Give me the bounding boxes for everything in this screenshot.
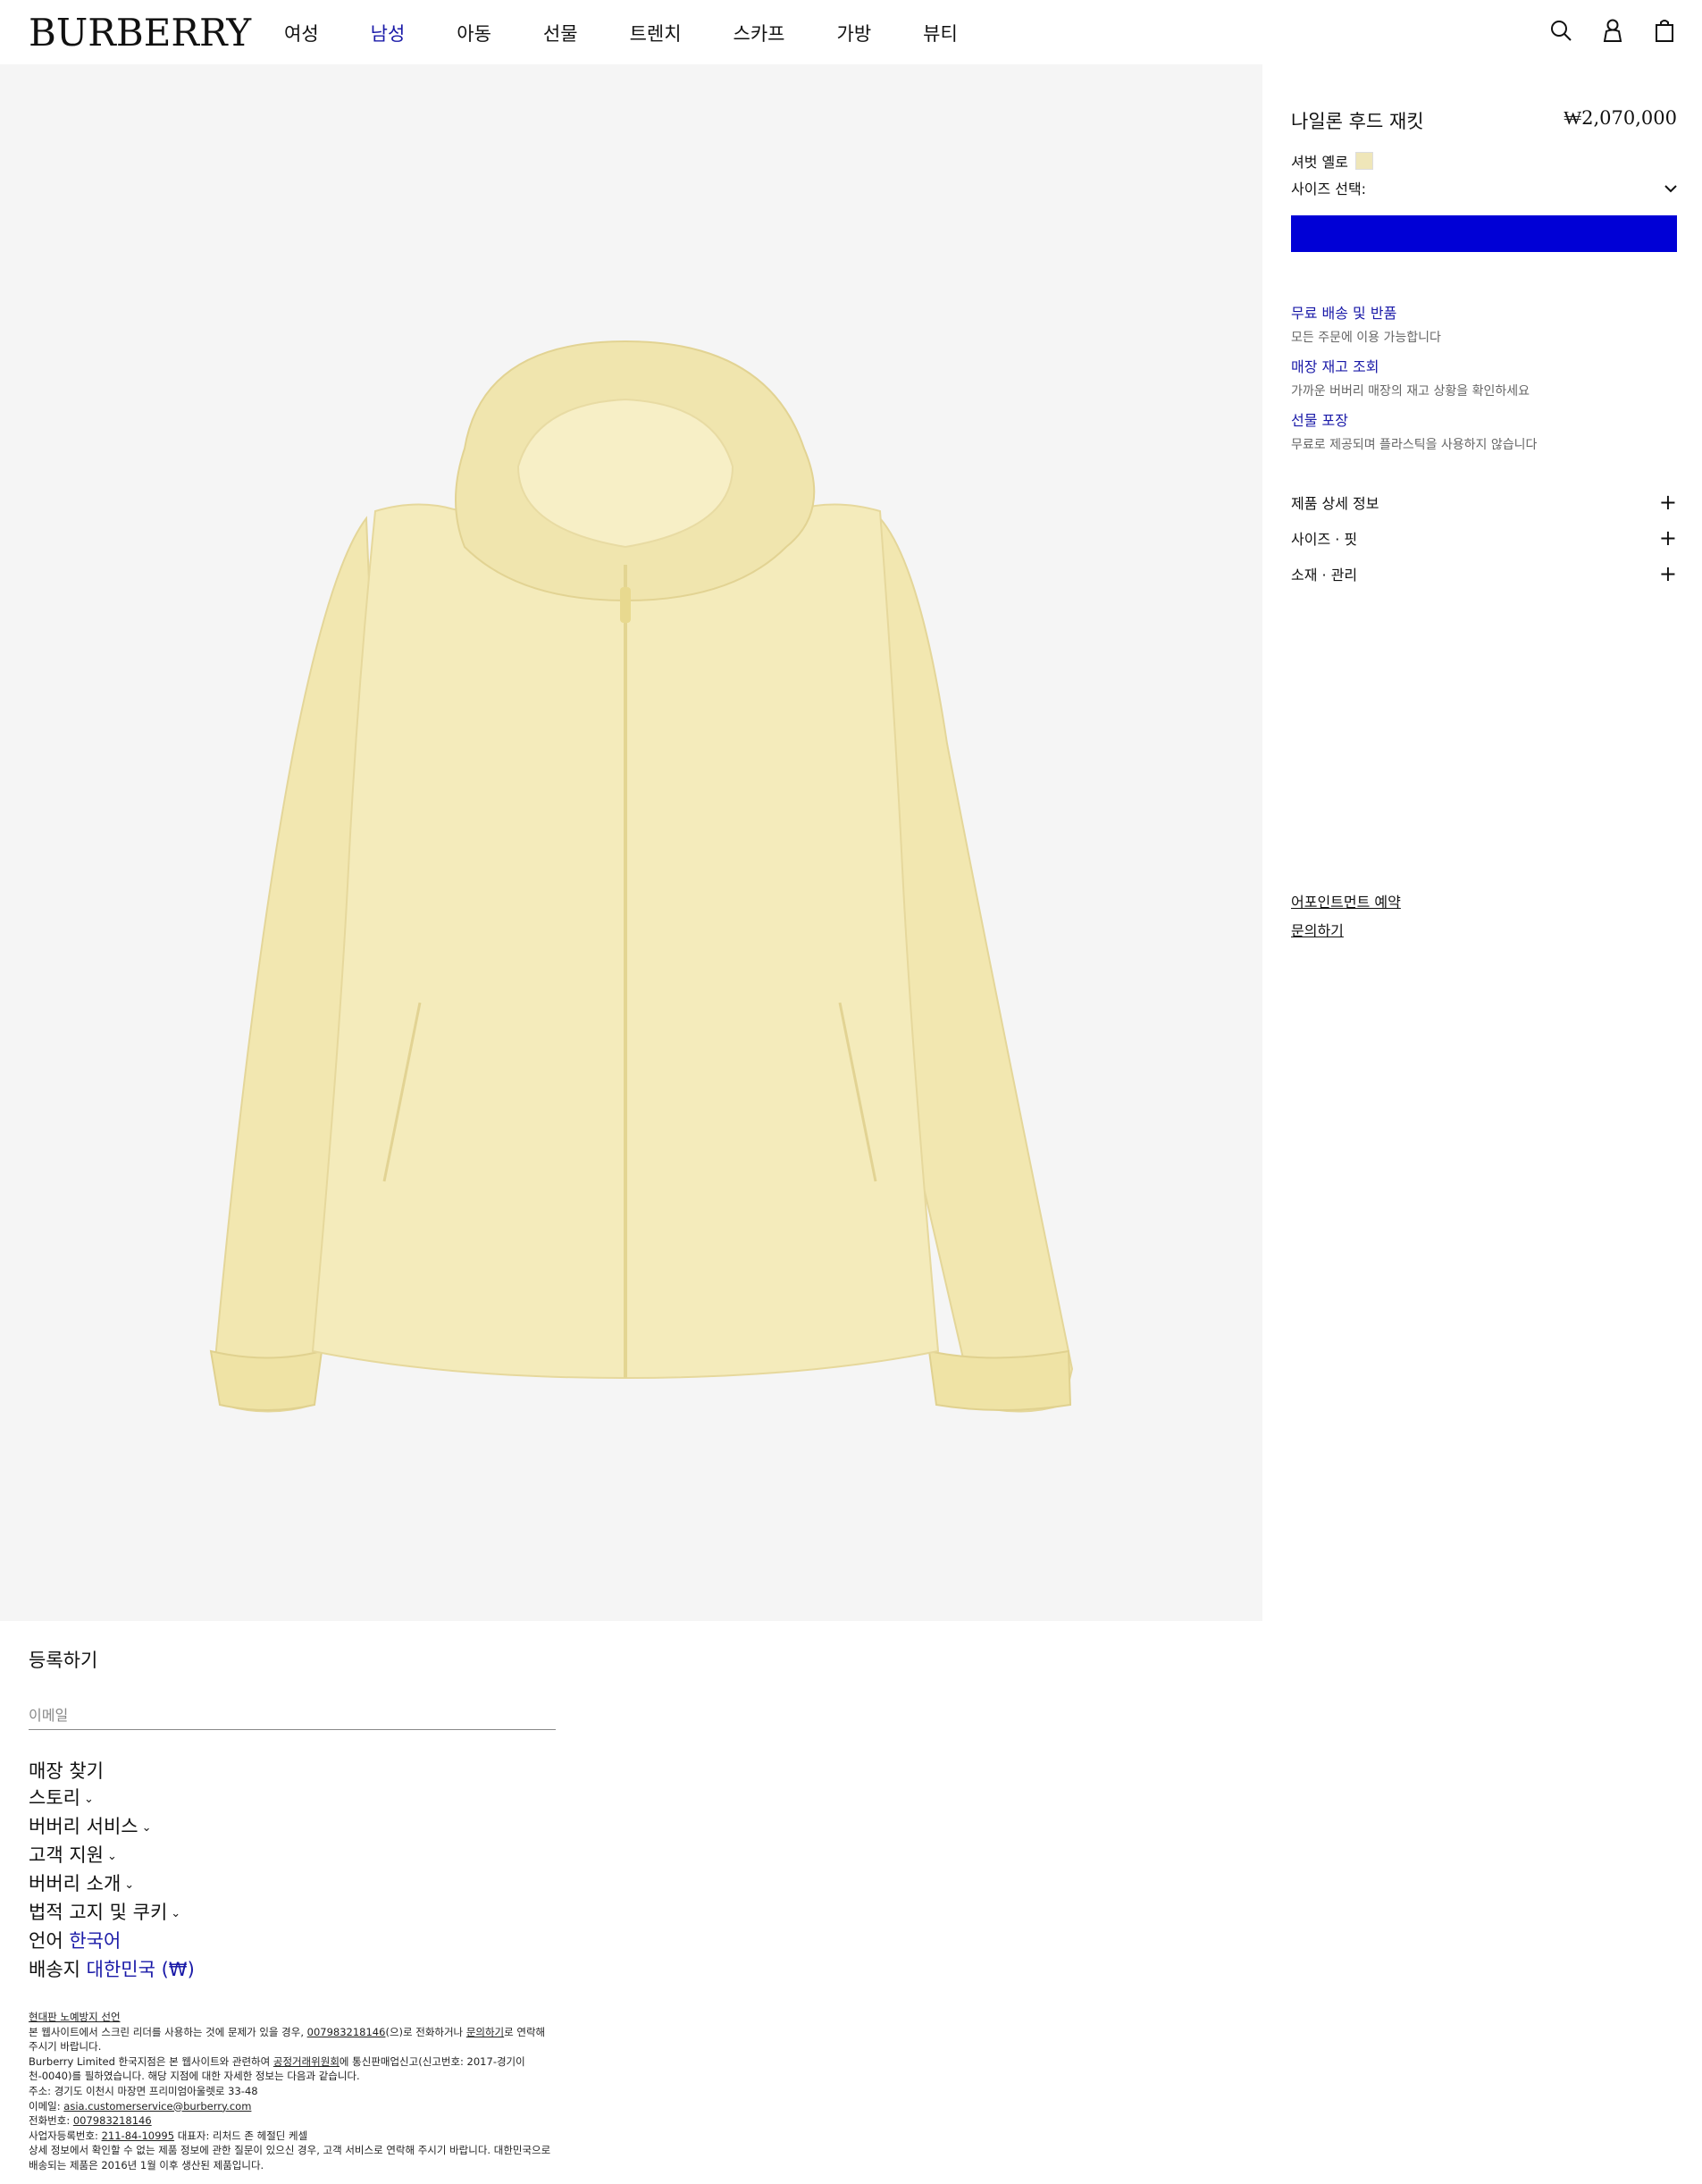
store-finder-link[interactable]: 매장 찾기 — [29, 1757, 104, 1784]
book-appointment-link[interactable]: 어포인트먼트 예약 — [1291, 890, 1401, 911]
footer-section-about[interactable]: 버버리 소개 ⌄ — [29, 1869, 134, 1896]
burberry-logo[interactable]: BURBERRY — [29, 11, 251, 55]
language-selector[interactable]: 언어 한국어 — [29, 1927, 121, 1953]
contact-link[interactable]: 문의하기 — [466, 2026, 504, 2038]
chevron-down-icon: ⌄ — [106, 1849, 117, 1863]
chevron-down-icon — [1664, 180, 1677, 197]
search-icon[interactable] — [1548, 16, 1573, 45]
color-name: 셔벗 옐로 — [1291, 154, 1348, 171]
nav-item-bags[interactable]: 가방 — [837, 20, 872, 46]
service-desc: 무료로 제공되며 플라스틱을 사용하지 않습니다 — [1291, 438, 1538, 452]
business-number-link[interactable]: 211-84-10995 — [102, 2129, 174, 2142]
nav-item-women[interactable]: 여성 — [284, 20, 319, 46]
accordion-product-details[interactable]: 제품 상세 정보 + — [1291, 491, 1677, 513]
account-icon[interactable] — [1600, 16, 1625, 45]
accordion-label: 사이즈 · 핏 — [1291, 531, 1358, 548]
legal-line: 이메일: — [29, 2099, 61, 2113]
service-stock[interactable]: 매장 재고 조회 가까운 버버리 매장의 재고 상황을 확인하세요 — [1291, 355, 1530, 399]
phone-link[interactable]: 007983218146 — [307, 2026, 386, 2038]
language-value[interactable]: 한국어 — [69, 1930, 121, 1952]
language-label: 언어 — [29, 1930, 63, 1952]
register-heading: 등록하기 — [29, 1650, 98, 1671]
footer-section-label: 버버리 서비스 — [29, 1816, 138, 1837]
main-nav: 여성 남성 아동 선물 트렌치 스카프 가방 뷰티 — [284, 20, 1010, 46]
legal-line: Burberry Limited 한국지점은 본 웹사이트와 관련하여 — [29, 2054, 271, 2068]
chevron-down-icon: ⌄ — [124, 1877, 135, 1892]
chevron-down-icon: ⌄ — [141, 1820, 152, 1835]
footer-section-label: 법적 고지 및 쿠키 — [29, 1902, 168, 1923]
accordion-size-fit[interactable]: 사이즈 · 핏 + — [1291, 527, 1677, 549]
nav-item-trench[interactable]: 트렌치 — [630, 20, 682, 46]
nav-item-scarves[interactable]: 스카프 — [734, 20, 785, 46]
bag-icon[interactable] — [1652, 16, 1677, 45]
legal-line: 대표자: 리처드 존 헤절딘 케셀 — [177, 2129, 308, 2142]
footer-section-label: 버버리 소개 — [29, 1873, 122, 1894]
color-row: 셔벗 옐로 — [1291, 150, 1373, 172]
ship-value[interactable]: 대한민국 (₩) — [87, 1959, 195, 1980]
ship-label: 배송지 — [29, 1959, 80, 1980]
footer-section-services[interactable]: 버버리 서비스 ⌄ — [29, 1812, 152, 1839]
legal-line: (으)로 전화하거나 — [385, 2025, 464, 2038]
email-input[interactable] — [29, 1701, 556, 1730]
legal-notice: 상세 정보에서 확인할 수 없는 제품 정보에 관한 질문이 있으신 경우, 고… — [29, 2144, 551, 2171]
footer-section-legal[interactable]: 법적 고지 및 쿠키 ⌄ — [29, 1898, 180, 1925]
accordion-material-care[interactable]: 소재 · 관리 + — [1291, 563, 1677, 584]
jacket-illustration — [209, 340, 1074, 1413]
footer-section-label: 스토리 — [29, 1787, 80, 1809]
service-title[interactable]: 선물 포장 — [1291, 408, 1537, 430]
service-shipping[interactable]: 무료 배송 및 반품 모든 주문에 이용 가능합니다 — [1291, 301, 1441, 346]
service-desc: 가까운 버버리 매장의 재고 상황을 확인하세요 — [1291, 384, 1530, 399]
legal-line: 전화번호: — [29, 2114, 71, 2128]
site-header: BURBERRY 여성 남성 아동 선물 트렌치 스카프 가방 뷰티 — [0, 0, 1702, 64]
chevron-down-icon: ⌄ — [83, 1792, 94, 1806]
header-icons — [1548, 16, 1677, 45]
plus-icon: + — [1658, 525, 1677, 550]
footer-section-label: 고객 지원 — [29, 1844, 104, 1866]
product-image[interactable] — [0, 64, 1262, 1621]
legal-line: 사업자등록번호: — [29, 2129, 98, 2142]
nav-item-beauty[interactable]: 뷰티 — [923, 20, 958, 46]
contact-us-link[interactable]: 문의하기 — [1291, 919, 1344, 940]
legal-address: 주소: 경기도 이천시 마장면 프리미엄아울렛로 33-48 — [29, 2084, 258, 2097]
footer-section-support[interactable]: 고객 지원 ⌄ — [29, 1841, 117, 1868]
size-selector[interactable]: 사이즈 선택: — [1291, 177, 1677, 198]
size-label: 사이즈 선택: — [1291, 181, 1367, 197]
service-title[interactable]: 매장 재고 조회 — [1291, 355, 1530, 376]
add-to-bag-button[interactable] — [1291, 215, 1677, 252]
modern-slavery-link[interactable]: 현대판 노예방지 선언 — [29, 2011, 121, 2023]
nav-item-gifts[interactable]: 선물 — [543, 20, 578, 46]
service-desc: 모든 주문에 이용 가능합니다 — [1291, 331, 1441, 345]
product-price: ₩2,070,000 — [1564, 107, 1677, 129]
phone-link[interactable]: 007983218146 — [73, 2114, 152, 2127]
ftc-link[interactable]: 공정거래위원회 — [273, 2055, 340, 2068]
color-swatch[interactable] — [1354, 152, 1373, 170]
product-title: 나일론 후드 재킷 — [1291, 111, 1424, 132]
chevron-down-icon: ⌄ — [171, 1906, 181, 1920]
footer-section-story[interactable]: 스토리 ⌄ — [29, 1784, 94, 1810]
accordion-label: 제품 상세 정보 — [1291, 495, 1379, 512]
plus-icon: + — [1658, 561, 1677, 586]
title-row: 나일론 후드 재킷 ₩2,070,000 — [1291, 107, 1677, 134]
nav-item-children[interactable]: 아동 — [457, 20, 491, 46]
nav-item-men[interactable]: 남성 — [371, 20, 406, 46]
service-gift-wrap[interactable]: 선물 포장 무료로 제공되며 플라스틱을 사용하지 않습니다 — [1291, 408, 1537, 453]
accordion-label: 소재 · 관리 — [1291, 567, 1358, 584]
service-title[interactable]: 무료 배송 및 반품 — [1291, 301, 1441, 323]
legal-text: 현대판 노예방지 선언 본 웹사이트에서 스크린 리더를 사용하는 것에 문제가… — [29, 2010, 556, 2173]
shipping-country-selector[interactable]: 배송지 대한민국 (₩) — [29, 1955, 195, 1982]
legal-line: 본 웹사이트에서 스크린 리더를 사용하는 것에 문제가 있을 경우, — [29, 2025, 304, 2038]
plus-icon: + — [1658, 490, 1677, 515]
email-link[interactable]: asia.customerservice@burberry.com — [63, 2100, 251, 2113]
